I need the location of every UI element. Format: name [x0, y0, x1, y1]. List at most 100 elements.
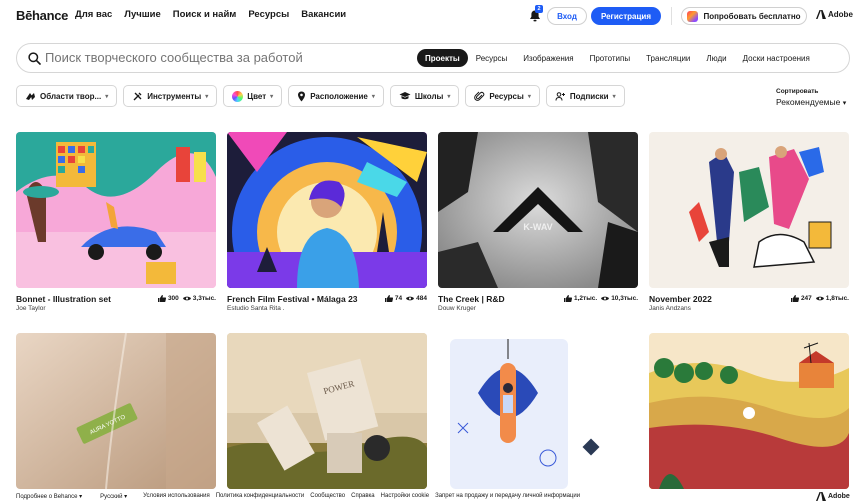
project-stats: 247 1,8тыс.: [790, 295, 849, 302]
project-owner[interactable]: Estudio Santa Rita .: [227, 305, 284, 312]
project-card[interactable]: November 2022 Janis Andzans 247 1,8тыс.: [649, 132, 849, 312]
graduation-cap-icon: [399, 92, 411, 100]
project-thumbnail[interactable]: [649, 333, 849, 489]
filter-tools[interactable]: Инструменты ▾: [123, 85, 218, 107]
try-free-button[interactable]: Попробовать бесплатно: [681, 7, 807, 25]
project-info: French Film Festival • Málaga 23 Estudio…: [227, 288, 427, 312]
top-navigation: Bēhance Для вас Лучшие Поиск и найм Ресу…: [0, 0, 863, 31]
search-bar: Проекты Ресурсы Изображения Прототипы Тр…: [16, 43, 850, 73]
filter-bar: Области твор... ▾ Инструменты ▾ Цвет ▾ Расп…: [16, 85, 625, 107]
filter-subscriptions[interactable]: Подписки ▾: [545, 85, 625, 107]
views-count: 3,3тыс.: [192, 295, 216, 302]
register-button[interactable]: Регистрация: [591, 7, 661, 25]
filter-creative-fields[interactable]: Области твор... ▾: [16, 85, 118, 107]
eye-icon: [815, 296, 824, 301]
footer-language[interactable]: Русский ▾: [100, 493, 127, 500]
project-stats: 1,2тыс. 10,3тыс.: [563, 295, 638, 302]
sort-dropdown[interactable]: Сортировать Рекомендуемые ▾: [776, 88, 846, 107]
nav-best[interactable]: Лучшие: [124, 9, 161, 20]
project-thumbnail[interactable]: [438, 333, 638, 489]
footer-cookies[interactable]: Настройки cookie: [381, 493, 429, 500]
login-button[interactable]: Вход: [547, 7, 587, 25]
tab-images[interactable]: Изображения: [515, 49, 581, 67]
tab-moodboards[interactable]: Доски настроения: [735, 49, 818, 67]
main-nav: Для вас Лучшие Поиск и найм Ресурсы Вака…: [75, 9, 346, 20]
filter-label: Инструменты: [147, 91, 202, 101]
svg-text:K-WAV: K-WAV: [523, 222, 552, 232]
eye-icon: [601, 296, 610, 301]
project-card[interactable]: AURA YOTTO: [16, 333, 216, 489]
nav-for-you[interactable]: Для вас: [75, 9, 112, 20]
views-count: 10,3тыс.: [611, 295, 638, 302]
tab-projects[interactable]: Проекты: [417, 49, 468, 67]
eye-icon: [406, 296, 415, 301]
project-title[interactable]: The Creek | R&D: [438, 294, 505, 304]
project-owner[interactable]: Janis Andzans: [649, 305, 691, 312]
sort-value: Рекомендуемые ▾: [776, 97, 847, 107]
tab-prototypes[interactable]: Прототипы: [582, 49, 639, 67]
nav-hire[interactable]: Поиск и найм: [173, 9, 237, 20]
project-card[interactable]: POWER: [227, 333, 427, 489]
tab-livestreams[interactable]: Трансляции: [638, 49, 698, 67]
filter-label: Цвет: [247, 91, 267, 101]
project-thumbnail[interactable]: [16, 132, 216, 288]
behance-logo[interactable]: Bēhance: [16, 8, 68, 23]
footer-adobe-label: Adobe: [828, 493, 850, 500]
project-thumbnail[interactable]: K-WAV: [438, 132, 638, 288]
footer-adobe-link[interactable]: Adobe: [816, 492, 850, 501]
tools-icon: [133, 92, 142, 100]
project-owner[interactable]: Joe Taylor: [16, 305, 46, 312]
nav-resources[interactable]: Ресурсы: [248, 9, 289, 20]
chevron-down-icon: ▾: [527, 93, 531, 100]
thumbs-up-icon: [384, 295, 393, 302]
project-card[interactable]: [438, 333, 638, 489]
filter-label: Подписки: [569, 91, 609, 101]
chevron-down-icon: ▾: [371, 93, 375, 100]
filter-color[interactable]: Цвет ▾: [223, 85, 283, 107]
project-thumbnail[interactable]: POWER: [227, 333, 427, 489]
footer-terms[interactable]: Условия использования: [143, 493, 210, 500]
project-card[interactable]: French Film Festival • Málaga 23 Estudio…: [227, 132, 427, 312]
search-icon: [28, 52, 41, 65]
project-card[interactable]: [649, 333, 849, 489]
views-count: 1,8тыс.: [825, 295, 849, 302]
filter-schools[interactable]: Школы ▾: [389, 85, 460, 107]
filter-location[interactable]: Расположение ▾: [288, 85, 384, 107]
footer: Подробнее о Behance ▾ Русский ▾ Условия …: [0, 489, 863, 502]
tab-people[interactable]: Люди: [698, 49, 734, 67]
project-thumbnail[interactable]: AURA YOTTO: [16, 333, 216, 489]
project-card[interactable]: K-WAV The Creek | R&D Douw Kruger 1,2тыс…: [438, 132, 638, 312]
project-info: November 2022 Janis Andzans 247 1,8тыс.: [649, 288, 849, 312]
chevron-down-icon: ▾: [270, 93, 274, 100]
likes-count: 300: [167, 295, 179, 302]
thumbs-up-icon: [157, 295, 166, 302]
footer-do-not-sell[interactable]: Запрет на продажу и передачу личной инфо…: [435, 493, 580, 500]
adobe-link[interactable]: Adobe: [816, 10, 853, 19]
try-free-label: Попробовать бесплатно: [703, 11, 801, 21]
filter-label: Школы: [414, 91, 444, 101]
filter-resources[interactable]: Ресурсы ▾: [465, 85, 540, 107]
footer-help[interactable]: Справка: [351, 493, 375, 500]
project-title[interactable]: Bonnet - Illustration set: [16, 294, 111, 304]
project-thumbnail[interactable]: [227, 132, 427, 288]
people-icon: [555, 91, 565, 101]
adobe-logo-icon: [816, 10, 826, 19]
filter-label: Ресурсы: [489, 91, 524, 101]
footer-privacy[interactable]: Политика конфиденциальности: [216, 493, 305, 500]
project-owner[interactable]: Douw Kruger: [438, 305, 476, 312]
likes-count: 1,2тыс.: [573, 295, 598, 302]
project-thumbnail[interactable]: [649, 132, 849, 288]
project-title[interactable]: November 2022: [649, 294, 712, 304]
views-count: 484: [416, 295, 427, 302]
creative-cloud-icon: [687, 10, 699, 22]
search-input[interactable]: [45, 50, 415, 65]
filter-label: Расположение: [310, 91, 368, 101]
footer-community[interactable]: Сообщество: [310, 493, 345, 500]
project-title[interactable]: French Film Festival • Málaga 23: [227, 294, 358, 304]
project-card[interactable]: Bonnet - Illustration set Joe Taylor 300…: [16, 132, 216, 312]
tab-resources[interactable]: Ресурсы: [468, 49, 516, 67]
project-stats: 300 3,3тыс.: [157, 295, 216, 302]
footer-about[interactable]: Подробнее о Behance ▾: [16, 493, 82, 500]
nav-jobs[interactable]: Вакансии: [301, 9, 346, 20]
likes-count: 74: [394, 295, 403, 302]
